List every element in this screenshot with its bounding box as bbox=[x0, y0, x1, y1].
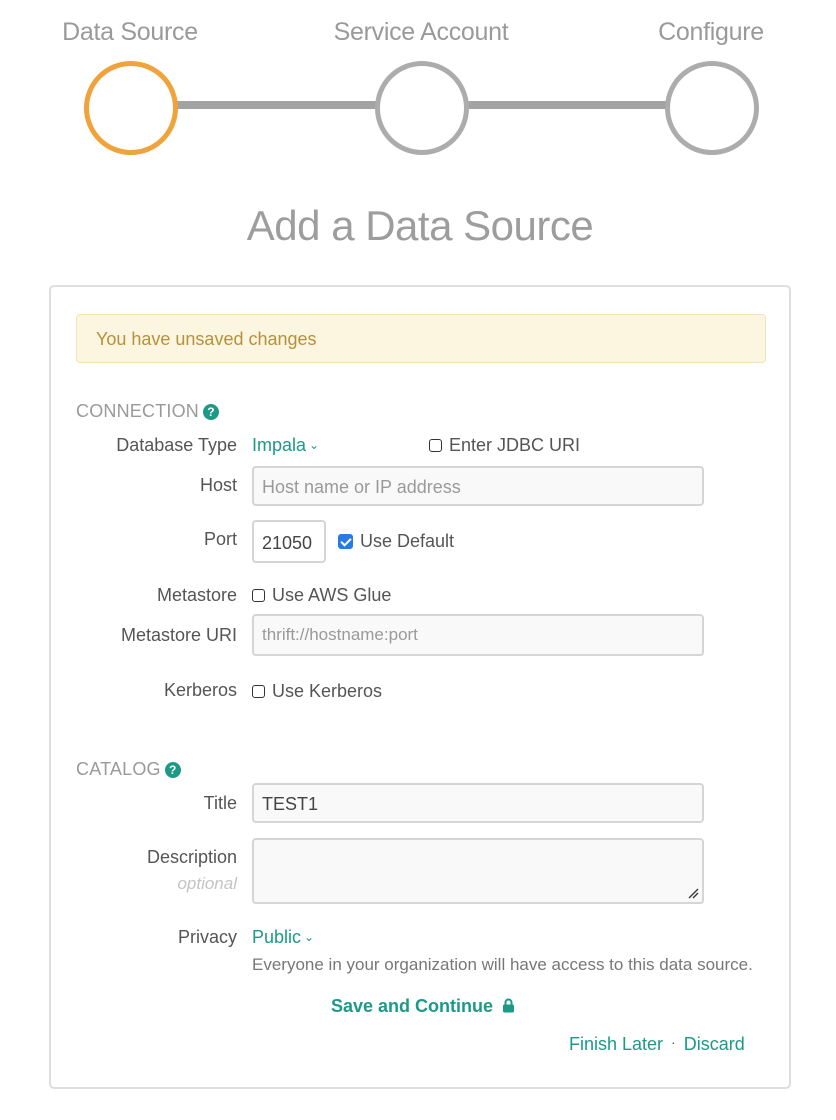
aws-glue-checkbox-row[interactable]: Use AWS Glue bbox=[252, 585, 391, 606]
host-label: Host bbox=[199, 475, 237, 495]
kerberos-option-label: Use Kerberos bbox=[272, 681, 383, 701]
discard-link[interactable]: Discard bbox=[684, 1034, 745, 1054]
connection-section-heading: CONNECTION? bbox=[76, 401, 219, 422]
port-value: 21050 bbox=[262, 533, 313, 553]
kerberos-checkbox[interactable] bbox=[252, 685, 265, 698]
description-label: Description bbox=[146, 847, 237, 867]
port-label: Port bbox=[203, 529, 237, 549]
link-separator: · bbox=[671, 1034, 676, 1050]
privacy-dropdown[interactable]: Public ⌄ bbox=[252, 927, 314, 948]
use-default-label: Use Default bbox=[360, 531, 455, 551]
question-circle-icon[interactable]: ? bbox=[164, 762, 181, 778]
port-input[interactable]: 21050 bbox=[252, 520, 326, 563]
jdbc-uri-label: Enter JDBC URI bbox=[449, 435, 581, 455]
use-default-checkbox[interactable] bbox=[338, 534, 353, 549]
resize-handle-icon[interactable] bbox=[687, 887, 699, 899]
host-input[interactable]: Host name or IP address bbox=[252, 466, 704, 506]
step-connector bbox=[462, 101, 672, 109]
metastore-uri-input[interactable]: thrift://hostname:port bbox=[252, 614, 704, 656]
description-optional-hint: optional bbox=[177, 874, 237, 893]
save-and-continue-button[interactable]: Save and Continue bbox=[331, 996, 515, 1017]
chevron-down-icon: ⌄ bbox=[309, 438, 320, 452]
database-type-label: Database Type bbox=[116, 435, 237, 455]
question-circle-icon[interactable]: ? bbox=[203, 404, 219, 420]
save-and-continue-label: Save and Continue bbox=[331, 996, 494, 1016]
database-type-value: Impala bbox=[252, 435, 307, 455]
progress-stepper: Data Source Service Account Configure bbox=[0, 0, 836, 170]
metastore-uri-label: Metastore URI bbox=[120, 625, 237, 645]
kerberos-label: Kerberos bbox=[163, 680, 237, 700]
kerberos-checkbox-row[interactable]: Use Kerberos bbox=[252, 681, 382, 702]
metastore-label: Metastore bbox=[156, 585, 237, 605]
step-label-configure: Configure bbox=[658, 18, 764, 46]
catalog-section-heading: CATALOG? bbox=[76, 759, 181, 780]
chevron-down-icon: ⌄ bbox=[304, 930, 315, 944]
aws-glue-checkbox[interactable] bbox=[252, 589, 265, 602]
privacy-note: Everyone in your organization will have … bbox=[252, 955, 753, 974]
database-type-dropdown[interactable]: Impala ⌄ bbox=[252, 435, 319, 456]
jdbc-uri-checkbox[interactable] bbox=[429, 439, 442, 452]
step-label-data-source: Data Source bbox=[62, 18, 198, 46]
page-title: Add a Data Source bbox=[246, 202, 594, 249]
finish-later-link[interactable]: Finish Later bbox=[569, 1034, 663, 1054]
jdbc-uri-checkbox-row[interactable]: Enter JDBC URI bbox=[429, 435, 580, 456]
connection-heading-text: CONNECTION bbox=[76, 401, 199, 421]
step-circle-data-source bbox=[84, 61, 178, 155]
unsaved-changes-alert: You have unsaved changes bbox=[76, 314, 766, 363]
use-default-checkbox-row[interactable]: Use Default bbox=[338, 531, 454, 552]
lock-icon bbox=[503, 998, 515, 1013]
catalog-heading-text: CATALOG bbox=[76, 759, 161, 779]
title-input[interactable]: TEST1 bbox=[252, 783, 704, 823]
host-placeholder: Host name or IP address bbox=[262, 477, 461, 497]
privacy-label: Privacy bbox=[177, 927, 237, 947]
description-textarea[interactable] bbox=[252, 838, 704, 904]
title-value: TEST1 bbox=[262, 794, 319, 814]
footer-links: Finish Later · Discard bbox=[569, 1034, 745, 1055]
title-label: Title bbox=[203, 793, 237, 813]
privacy-value: Public bbox=[252, 927, 302, 947]
aws-glue-label: Use AWS Glue bbox=[272, 585, 392, 605]
step-circle-configure bbox=[665, 61, 759, 155]
step-connector bbox=[172, 101, 382, 109]
metastore-uri-placeholder: thrift://hostname:port bbox=[262, 625, 418, 644]
step-label-service-account: Service Account bbox=[333, 18, 509, 46]
step-circle-service-account bbox=[375, 61, 469, 155]
